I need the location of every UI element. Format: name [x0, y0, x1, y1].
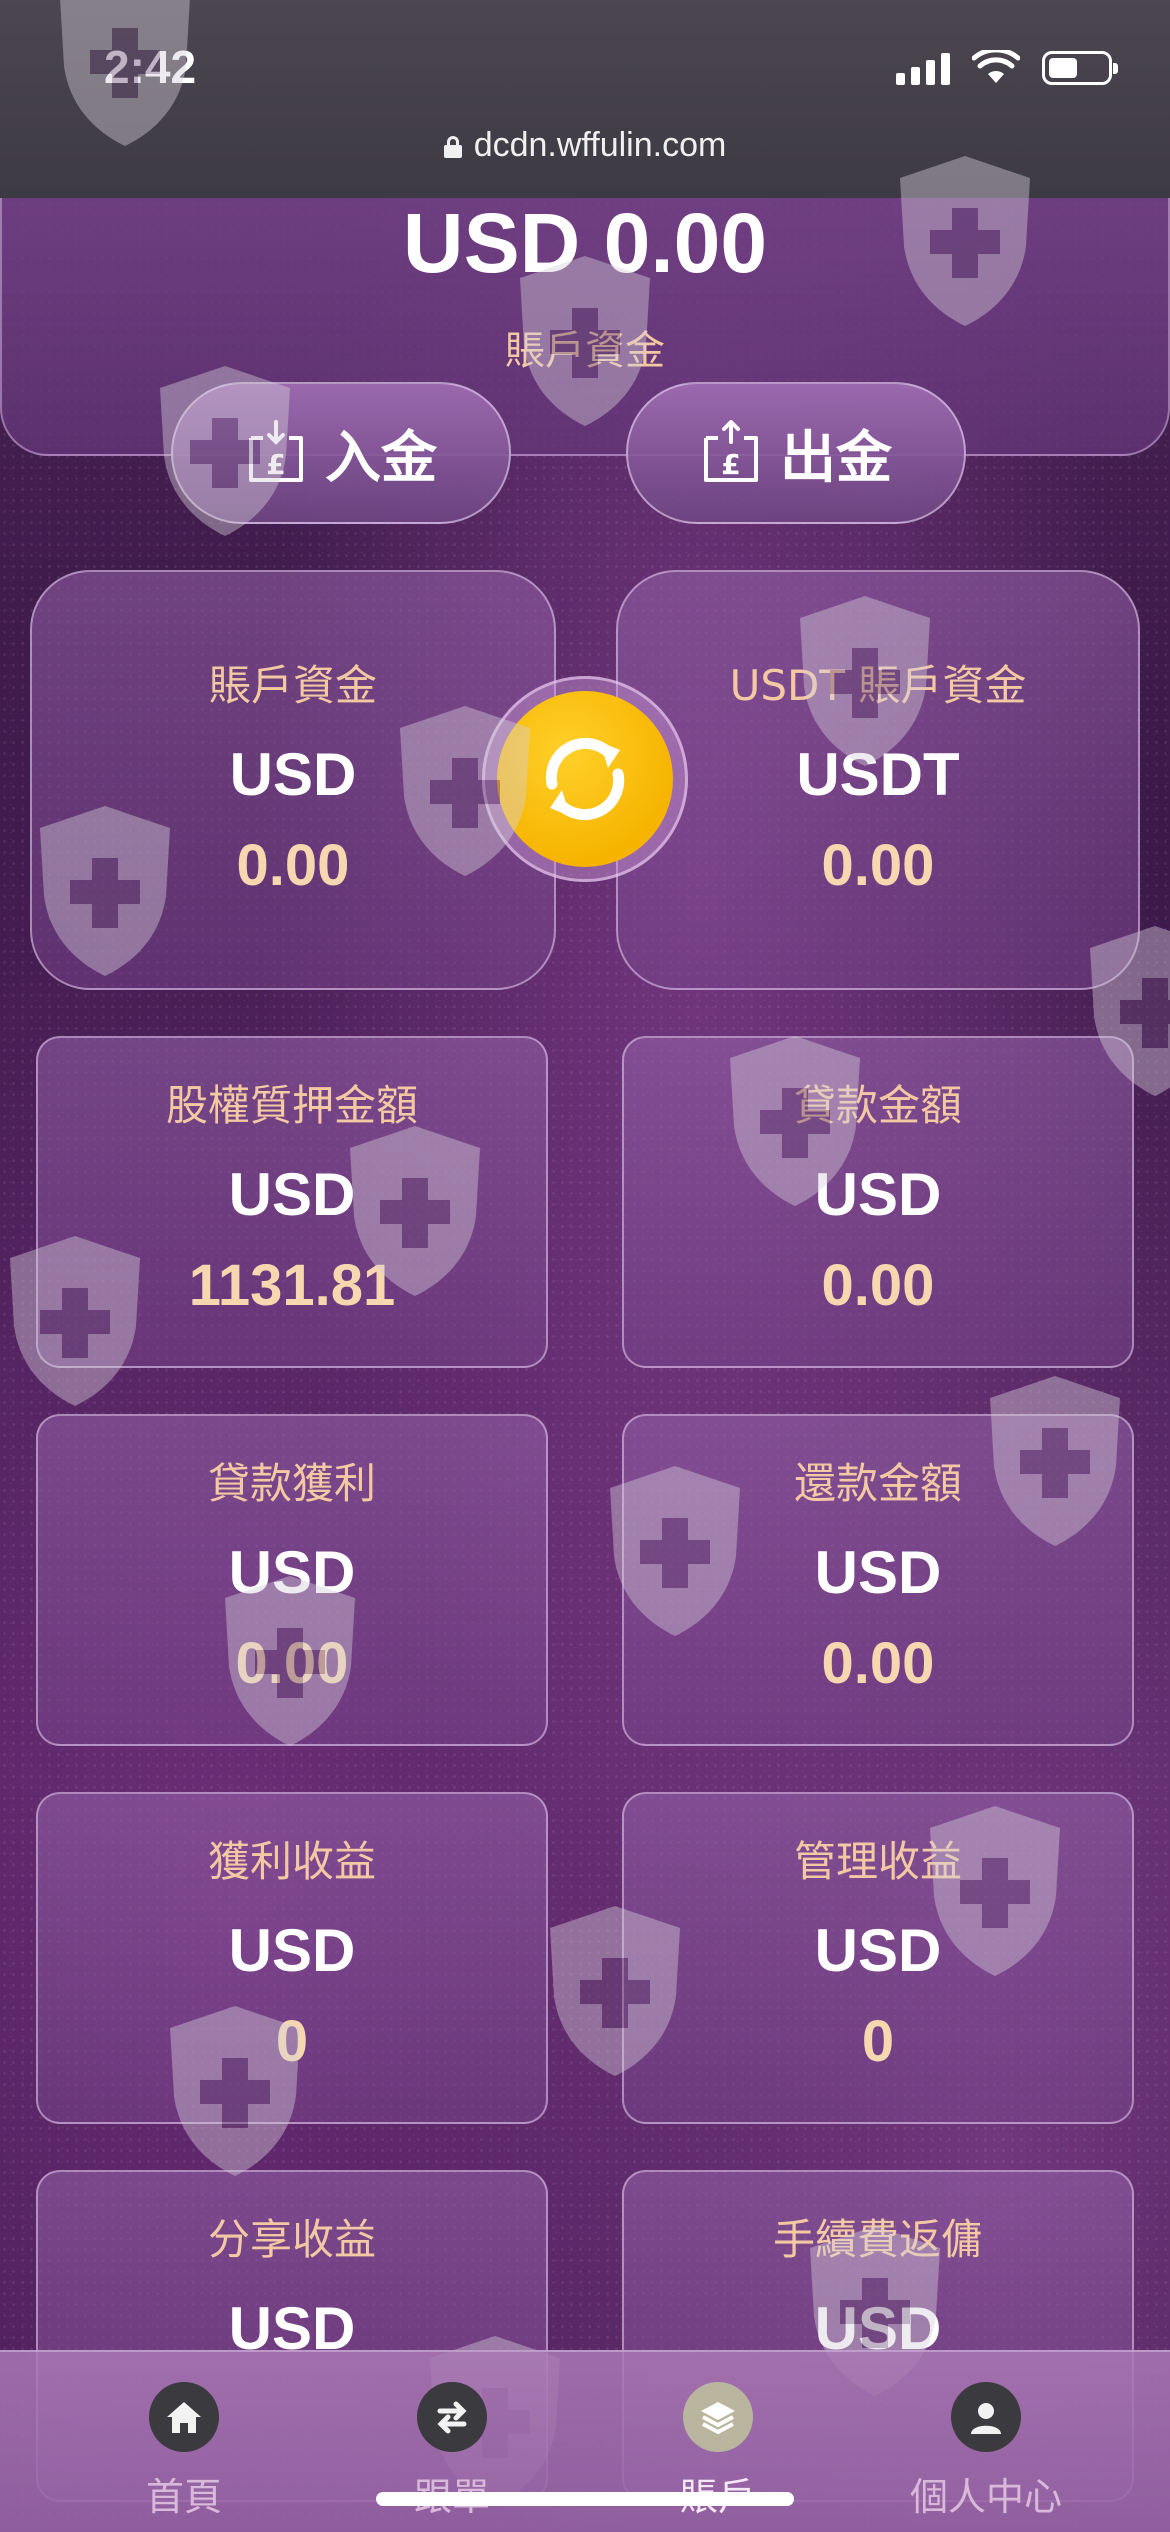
svg-text:£: £ [721, 448, 740, 481]
swap-arrows-icon [417, 2382, 487, 2452]
card-title: 賬戶資金 [208, 661, 377, 710]
card-currency: USD [814, 1539, 942, 1606]
nav-label: 個人中心 [909, 2475, 1062, 2519]
card-value: 0.00 [236, 833, 350, 898]
card-repayment-amount[interactable]: 還款金額 USD 0.00 [622, 1414, 1134, 1746]
status-time: 2:42 [104, 41, 197, 93]
card-title: USDT 賬戶資金 [729, 661, 1027, 710]
card-currency: USD [228, 1161, 356, 1228]
battery-icon [1042, 51, 1118, 85]
wifi-icon [972, 50, 1020, 83]
card-value: 0.00 [235, 1631, 349, 1696]
card-title: 分享收益 [207, 2215, 376, 2264]
card-equity-pledge[interactable]: 股權質押金額 USD 1131.81 [36, 1036, 548, 1368]
card-title: 貸款金額 [793, 1081, 962, 1130]
url-text: dcdn.wffulin.com [473, 126, 727, 164]
swap-button[interactable] [482, 676, 688, 882]
card-currency: USD [814, 1161, 942, 1228]
deposit-icon: £ [249, 420, 303, 482]
card-title: 獲利收益 [207, 1837, 376, 1886]
card-title: 還款金額 [793, 1459, 962, 1508]
card-value: 0.00 [821, 1253, 935, 1318]
svg-text:£: £ [266, 448, 285, 481]
lock-icon [443, 136, 462, 158]
card-value: 0.00 [821, 1631, 935, 1696]
card-usdt-funds[interactable]: USDT 賬戶資金 USDT 0.00 [616, 570, 1140, 990]
withdraw-icon: £ [704, 420, 758, 482]
home-icon [149, 2382, 219, 2452]
card-loan-amount[interactable]: 貸款金額 USD 0.00 [622, 1036, 1134, 1368]
withdraw-label: 出金 [780, 425, 892, 491]
layers-icon [683, 2382, 753, 2452]
screen: 2:42 dcdn.wffulin.com USD 0.00 賬戶資金 £ 入金 [0, 0, 1170, 2532]
card-currency: USD [228, 1917, 356, 1984]
deposit-label: 入金 [325, 425, 437, 491]
refresh-icon [545, 737, 625, 821]
card-value: 0 [275, 2009, 309, 2074]
card-value: 0 [861, 2009, 895, 2074]
signal-icon [896, 51, 950, 85]
card-currency: USDT [796, 741, 960, 808]
status-bar: 2:42 dcdn.wffulin.com [0, 0, 1170, 198]
card-value: 1131.81 [188, 1253, 396, 1318]
card-loan-profit[interactable]: 貸款獲利 USD 0.00 [36, 1414, 548, 1746]
card-currency: USD [228, 1539, 356, 1606]
withdraw-button[interactable]: £ 出金 [626, 382, 966, 524]
balance-amount: USD 0.00 [402, 196, 768, 290]
card-title: 股權質押金額 [165, 1081, 418, 1130]
address-bar[interactable]: dcdn.wffulin.com [0, 126, 1170, 165]
card-currency: USD [229, 741, 357, 808]
balance-label: 賬戶資金 [505, 328, 665, 374]
status-icons [896, 50, 1118, 86]
card-title: 貸款獲利 [207, 1459, 376, 1508]
nav-home[interactable]: 首頁 [84, 2382, 284, 2521]
user-icon [951, 2382, 1021, 2452]
nav-label: 首頁 [145, 2475, 222, 2519]
card-management-income[interactable]: 管理收益 USD 0 [622, 1792, 1134, 2124]
card-currency: USD [814, 1917, 942, 1984]
card-profit-income[interactable]: 獲利收益 USD 0 [36, 1792, 548, 2124]
card-title: 手續費返傭 [772, 2215, 983, 2264]
card-title: 管理收益 [793, 1837, 962, 1886]
card-account-funds[interactable]: 賬戶資金 USD 0.00 [30, 570, 556, 990]
home-indicator[interactable] [376, 2492, 794, 2506]
nav-profile[interactable]: 個人中心 [886, 2382, 1086, 2521]
deposit-button[interactable]: £ 入金 [171, 382, 511, 524]
card-value: 0.00 [821, 833, 935, 898]
